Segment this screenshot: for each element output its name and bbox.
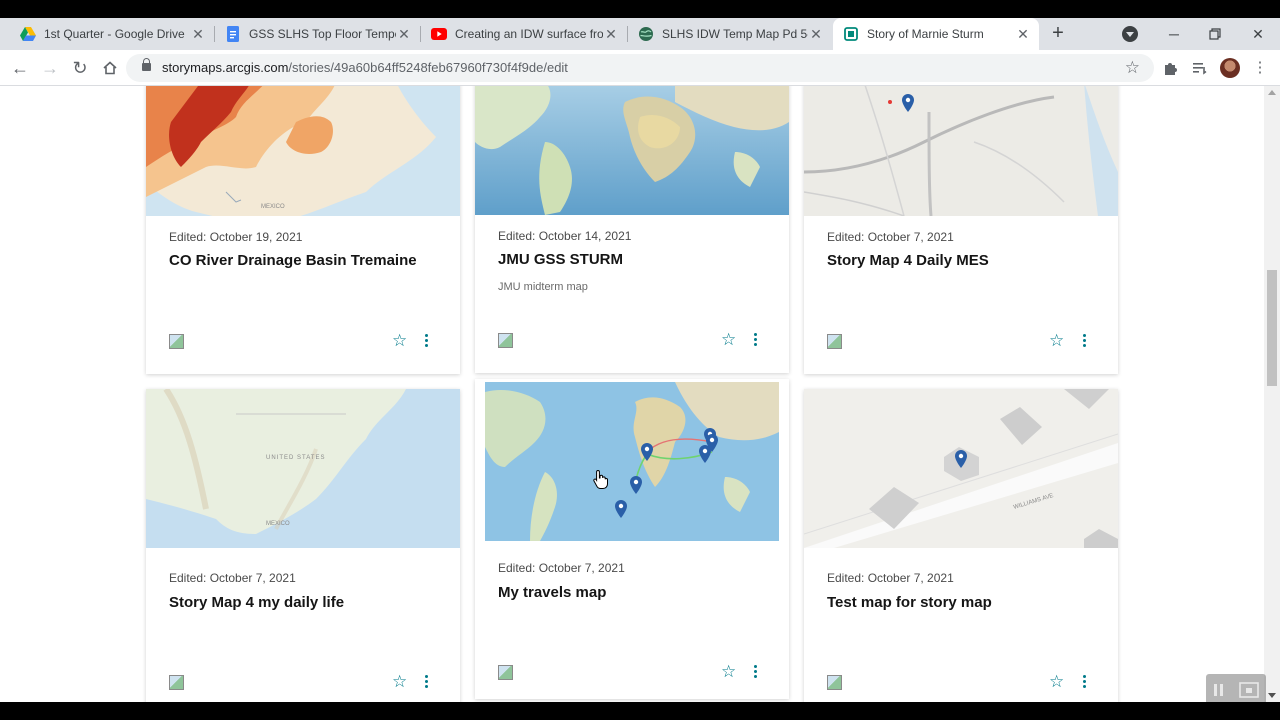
story-title[interactable]: Story Map 4 my daily life: [169, 594, 344, 611]
favorite-star-icon[interactable]: ☆: [392, 332, 407, 349]
edited-date: Edited: October 7, 2021: [169, 571, 296, 585]
address-bar[interactable]: storymaps.arcgis.com/stories/49a60b64ff5…: [126, 54, 1154, 82]
favorite-star-icon[interactable]: ☆: [1049, 332, 1064, 349]
map-label-mexico: MEXICO: [261, 204, 285, 210]
favorite-star-icon[interactable]: ☆: [721, 331, 736, 348]
scroll-down-arrow-icon[interactable]: [1268, 693, 1276, 698]
story-title[interactable]: Test map for story map: [827, 594, 992, 611]
hand-cursor-icon: [593, 469, 609, 489]
top-letterbox: [0, 0, 1280, 18]
story-type-icon: [498, 665, 513, 680]
story-title[interactable]: Story Map 4 Daily MES: [827, 252, 989, 269]
story-thumbnail[interactable]: [475, 86, 789, 215]
close-icon[interactable]: ✕: [808, 26, 824, 43]
story-thumbnail[interactable]: [804, 86, 1118, 216]
close-icon[interactable]: ✕: [603, 26, 619, 43]
close-icon[interactable]: ✕: [396, 26, 412, 43]
edited-date: Edited: October 7, 2021: [498, 561, 625, 575]
storymaps-icon: [843, 26, 859, 42]
close-icon[interactable]: ✕: [190, 26, 206, 43]
browser-toolbar: ← → ↻ storymaps.arcgis.com/stories/49a60…: [0, 50, 1280, 86]
vertical-scrollbar[interactable]: [1264, 86, 1280, 702]
google-drive-icon: [20, 26, 36, 42]
kebab-menu-icon[interactable]: ⋮: [1250, 58, 1270, 78]
close-icon[interactable]: ✕: [1015, 26, 1031, 43]
arcgis-globe-icon: [638, 26, 654, 42]
reading-list-icon[interactable]: [1190, 58, 1210, 78]
reload-icon[interactable]: ↻: [70, 58, 90, 78]
story-type-icon: [827, 675, 842, 690]
story-thumbnail[interactable]: UNITED STATES MEXICO: [146, 389, 460, 548]
more-options-icon[interactable]: [1082, 675, 1086, 689]
tab-title: Story of Marnie Sturm: [867, 27, 984, 41]
tab-google-drive[interactable]: 1st Quarter - Google Drive ✕: [2, 18, 214, 50]
story-thumbnail[interactable]: [485, 382, 779, 541]
story-card[interactable]: WILLIAMS AVE Edited: October 7, 2021 Tes…: [804, 389, 1118, 702]
url-path: /stories/49a60b64ff5248feb67960f730f4f9d…: [288, 60, 568, 75]
new-tab-button[interactable]: +: [1048, 23, 1068, 44]
youtube-icon: [431, 26, 447, 42]
edited-date: Edited: October 19, 2021: [169, 230, 303, 244]
tab-strip: 1st Quarter - Google Drive ✕ GSS SLHS To…: [0, 18, 1280, 50]
edited-date: Edited: October 7, 2021: [827, 571, 954, 585]
story-card[interactable]: Edited: October 7, 2021 Story Map 4 Dail…: [804, 86, 1118, 374]
more-options-icon[interactable]: [424, 334, 428, 348]
tab-search-icon[interactable]: [1122, 26, 1138, 42]
tab-slhs-idw-map[interactable]: SLHS IDW Temp Map Pd 5-W ✕: [628, 18, 832, 50]
tab-title: 1st Quarter - Google Drive: [44, 27, 185, 41]
story-type-icon: [498, 333, 513, 348]
bookmark-star-icon[interactable]: ☆: [1125, 58, 1140, 78]
favorite-star-icon[interactable]: ☆: [1049, 673, 1064, 690]
story-thumbnail[interactable]: WILLIAMS AVE: [804, 389, 1118, 548]
story-card[interactable]: Edited: October 7, 2021 My travels map ☆: [475, 379, 789, 699]
story-card[interactable]: MEXICO Edited: October 19, 2021 CO River…: [146, 86, 460, 374]
story-type-icon: [827, 334, 842, 349]
lock-icon: [142, 58, 151, 71]
bottom-letterbox: [0, 702, 1280, 720]
profile-avatar[interactable]: [1220, 58, 1240, 78]
story-card[interactable]: Edited: October 14, 2021 JMU GSS STURM J…: [475, 86, 789, 373]
back-arrow-icon[interactable]: ←: [10, 58, 30, 78]
favorite-star-icon[interactable]: ☆: [721, 663, 736, 680]
minimize-icon[interactable]: ─: [1164, 24, 1184, 44]
google-docs-icon: [225, 26, 241, 42]
story-type-icon: [169, 334, 184, 349]
edited-date: Edited: October 14, 2021: [498, 229, 632, 243]
edited-date: Edited: October 7, 2021: [827, 230, 954, 244]
tab-title: SLHS IDW Temp Map Pd 5-W: [662, 27, 808, 41]
tab-story-of-marnie-sturm[interactable]: Story of Marnie Sturm ✕: [833, 18, 1039, 50]
tab-youtube-idw[interactable]: Creating an IDW surface from ✕: [421, 18, 627, 50]
more-options-icon[interactable]: [753, 665, 757, 679]
story-subtitle: JMU midterm map: [498, 281, 588, 293]
url-text: storymaps.arcgis.com/stories/49a60b64ff5…: [162, 60, 568, 75]
more-options-icon[interactable]: [753, 333, 757, 347]
story-thumbnail[interactable]: MEXICO: [146, 86, 460, 216]
extensions-puzzle-icon[interactable]: [1160, 58, 1180, 78]
map-label-mexico: MEXICO: [266, 521, 290, 527]
scroll-up-arrow-icon[interactable]: [1268, 90, 1276, 95]
story-title[interactable]: JMU GSS STURM: [498, 251, 623, 268]
tab-gss-slhs-doc[interactable]: GSS SLHS Top Floor Temperatu ✕: [215, 18, 420, 50]
favorite-star-icon[interactable]: ☆: [392, 673, 407, 690]
story-card[interactable]: UNITED STATES MEXICO Edited: October 7, …: [146, 389, 460, 702]
map-label-united-states: UNITED STATES: [266, 455, 325, 461]
browser-window: 1st Quarter - Google Drive ✕ GSS SLHS To…: [0, 18, 1280, 706]
tab-title: GSS SLHS Top Floor Temperatu: [249, 27, 396, 41]
story-title[interactable]: My travels map: [498, 584, 606, 601]
restore-icon[interactable]: [1205, 24, 1225, 44]
more-options-icon[interactable]: [1082, 334, 1086, 348]
story-title[interactable]: CO River Drainage Basin Tremaine: [169, 252, 417, 269]
close-window-icon[interactable]: ✕: [1248, 24, 1268, 44]
tab-title: Creating an IDW surface from: [455, 27, 603, 41]
story-type-icon: [169, 675, 184, 690]
url-host: storymaps.arcgis.com: [162, 60, 289, 75]
scroll-thumb[interactable]: [1267, 270, 1277, 386]
home-icon[interactable]: [100, 58, 120, 78]
more-options-icon[interactable]: [424, 675, 428, 689]
forward-arrow-icon[interactable]: →: [40, 58, 60, 78]
stories-grid: MEXICO Edited: October 19, 2021 CO River…: [0, 86, 1264, 702]
